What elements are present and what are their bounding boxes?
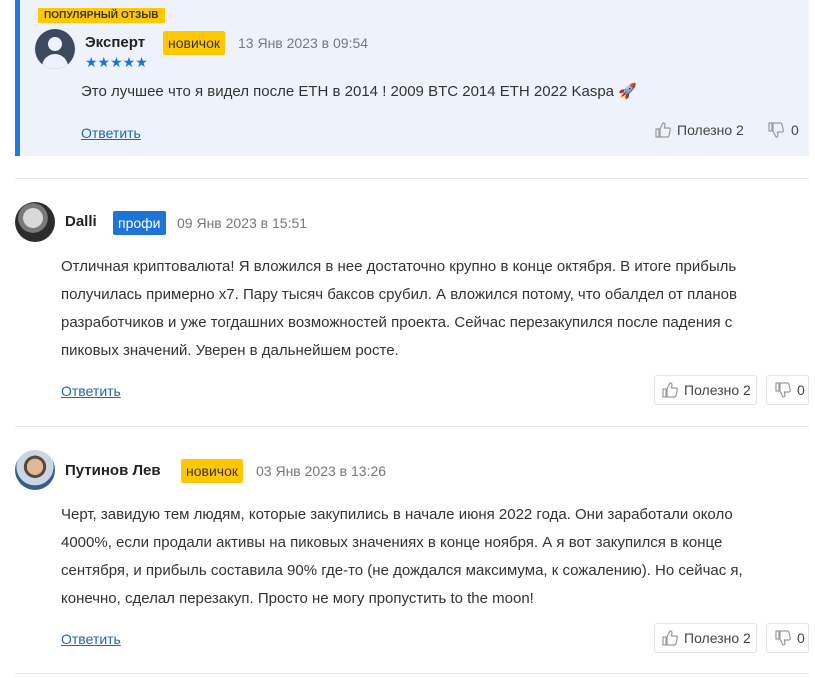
reply-link[interactable]: Ответить: [61, 631, 121, 647]
dislike-content: 0: [774, 629, 805, 647]
thumbs-down-icon: [774, 629, 792, 647]
dislike-button[interactable]: 0: [767, 121, 799, 139]
user-icon-head: [48, 37, 62, 51]
dislike-count: 0: [797, 630, 805, 646]
thumbs-down-icon: [774, 381, 792, 399]
thumbs-up-icon: [654, 121, 672, 139]
divider: [15, 673, 809, 674]
author-name[interactable]: Путинов Лев: [65, 462, 161, 479]
reply-link[interactable]: Ответить: [81, 125, 141, 141]
rating-stars: ★★★★★: [85, 54, 148, 70]
comment-date: 09 Янв 2023 в 15:51: [177, 215, 308, 231]
comment-line: конечно, сделал перезакуп. Просто не мог…: [61, 590, 534, 607]
useful-button[interactable]: Полезно 2: [654, 623, 757, 653]
comment-line: разработчиков и уже тогдашних возможност…: [61, 314, 733, 331]
status-badge: профи: [113, 211, 166, 235]
dislike-count: 0: [791, 122, 799, 138]
author-name[interactable]: Dalli: [65, 213, 97, 230]
dislike-content: 0: [774, 381, 805, 399]
dislike-button[interactable]: 0: [766, 623, 809, 653]
useful-button[interactable]: Полезно 2: [654, 121, 744, 139]
popular-badge: ПОПУЛЯРНЫЙ ОТЗЫВ: [38, 8, 165, 23]
comment-line: сентября, и прибыль составила 90% где-то…: [61, 562, 743, 579]
avatar[interactable]: [35, 29, 75, 69]
divider: [15, 426, 809, 427]
status-badge: новичок: [181, 459, 243, 483]
user-icon-body: [42, 54, 68, 69]
comment-text: Отличная криптовалюта! Я вложился в нее …: [61, 253, 737, 365]
comment-date: 03 Янв 2023 в 13:26: [256, 463, 387, 479]
reply-link[interactable]: Ответить: [61, 383, 121, 399]
comment-line: Отличная криптовалюта! Я вложился в нее …: [61, 258, 737, 275]
comment-text: Это лучшее что я видел после ETH в 2014 …: [81, 83, 637, 100]
thumbs-up-icon: [661, 381, 679, 399]
comment-date: 13 Янв 2023 в 09:54: [238, 35, 369, 51]
useful-content: Полезно 2: [661, 629, 751, 647]
useful-label: Полезно 2: [684, 382, 751, 398]
comment-line: пиковых значений. Уверен в дальнейшем ро…: [61, 342, 399, 359]
useful-label: Полезно 2: [684, 630, 751, 646]
dislike-count: 0: [797, 382, 805, 398]
comment-line: получилась примерно х7. Пару тысяч баксо…: [61, 286, 737, 303]
comment-line: 4000%, если продали активы на пиковых зн…: [61, 534, 723, 551]
author-name[interactable]: Эксперт: [85, 34, 145, 51]
status-badge: новичок: [163, 31, 225, 55]
comment-text: Черт, завидую тем людям, которые закупил…: [61, 501, 743, 613]
useful-label: Полезно 2: [677, 122, 744, 138]
comment-line: Черт, завидую тем людям, которые закупил…: [61, 506, 733, 523]
useful-content: Полезно 2: [661, 381, 751, 399]
useful-button[interactable]: Полезно 2: [654, 375, 757, 405]
dislike-button[interactable]: 0: [766, 375, 809, 405]
popular-review: ПОПУЛЯРНЫЙ ОТЗЫВ Эксперт новичок 13 Янв …: [15, 0, 809, 156]
thumbs-down-icon: [767, 121, 785, 139]
avatar[interactable]: [15, 450, 55, 490]
thumbs-up-icon: [661, 629, 679, 647]
divider: [15, 178, 809, 179]
avatar[interactable]: [15, 202, 55, 242]
